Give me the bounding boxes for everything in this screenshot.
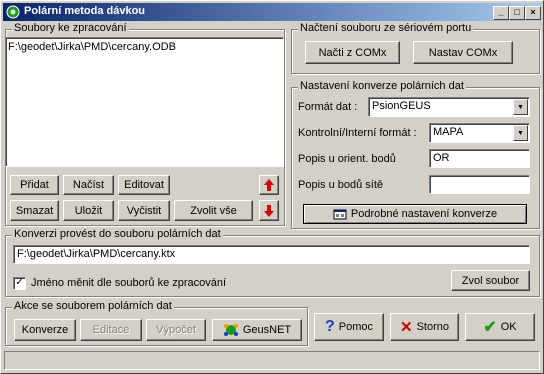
files-list[interactable]: F:\geodet\Jirka\PMD\cercany.ODB — [5, 37, 284, 167]
delete-button[interactable]: Smazat — [10, 200, 59, 221]
convert-button[interactable]: Konverze — [14, 319, 76, 341]
add-button[interactable]: Přidat — [10, 175, 59, 195]
geusnet-button[interactable]: GeusNET — [212, 319, 302, 341]
format-select[interactable]: PsionGEUS ▼ — [368, 97, 530, 117]
chevron-down-icon[interactable]: ▼ — [513, 125, 528, 141]
orient-label: Popis u orient. bodů — [298, 153, 396, 165]
minimize-icon: _ — [498, 7, 504, 17]
save-button[interactable]: Uložit — [63, 200, 114, 221]
set-com-button[interactable]: Nastav COMx — [413, 41, 513, 64]
ok-button[interactable]: ✔ OK — [465, 313, 535, 341]
minimize-button[interactable]: _ — [493, 6, 509, 20]
network-input[interactable] — [429, 175, 530, 194]
actions-group-title: Akce se souborem polárních dat — [12, 300, 174, 312]
check-icon: ✓ — [15, 277, 24, 288]
compute-button: Výpočet — [146, 319, 206, 341]
output-file-input[interactable]: F:\geodet\Jirka\PMD\cercany.ktx — [13, 245, 530, 264]
files-group-title: Soubory ke zpracování — [12, 22, 129, 34]
chevron-down-icon[interactable]: ▼ — [513, 99, 528, 115]
status-bar — [4, 351, 540, 370]
main-window: Polární metoda dávkou _ □ × Soubory ke z… — [0, 0, 544, 374]
clear-button[interactable]: Vyčistit — [118, 200, 170, 221]
rename-checkbox[interactable]: ✓ — [13, 277, 26, 290]
orient-input[interactable]: OR — [429, 149, 530, 168]
rename-checkbox-label[interactable]: Jméno měnit dle souborů ke zpracování — [31, 277, 226, 289]
close-button[interactable]: × — [525, 6, 541, 20]
serial-group-title: Načtení souboru ze sériovém portu — [298, 22, 474, 34]
help-button[interactable]: ? Pomoc — [314, 313, 384, 341]
control-format-label: Kontrolní/Interní formát : — [298, 127, 417, 139]
select-all-button[interactable]: Zvolit vše — [174, 200, 253, 221]
detail-settings-button[interactable]: Podrobné nastavení konverze — [303, 204, 527, 224]
window-title: Polární metoda dávkou — [24, 5, 146, 17]
choose-file-button[interactable]: Zvol soubor — [451, 270, 530, 291]
read-com-button[interactable]: Načti z COMx — [305, 41, 400, 64]
cancel-icon: ✕ — [400, 319, 413, 336]
maximize-icon: □ — [514, 7, 520, 17]
output-group-title: Konverzi provést do souboru polárních da… — [12, 228, 223, 240]
control-format-select[interactable]: MAPA ▼ — [429, 123, 530, 143]
close-icon: × — [530, 7, 536, 17]
settings-icon — [333, 209, 347, 220]
app-icon — [6, 5, 20, 19]
cancel-button[interactable]: ✕ Storno — [390, 313, 459, 341]
help-icon: ? — [324, 318, 335, 335]
arrow-up-icon — [264, 179, 274, 191]
editor-button: Editace — [80, 319, 142, 341]
move-down-button[interactable] — [259, 200, 279, 221]
network-icon — [223, 324, 238, 336]
network-label: Popis u bodů sítě — [298, 179, 384, 191]
move-up-button[interactable] — [259, 175, 279, 195]
arrow-down-icon — [264, 204, 274, 217]
title-bar[interactable]: Polární metoda dávkou _ □ × — [3, 3, 541, 21]
maximize-button[interactable]: □ — [509, 6, 525, 20]
list-item[interactable]: F:\geodet\Jirka\PMD\cercany.ODB — [8, 41, 281, 53]
load-button[interactable]: Načíst — [63, 175, 114, 195]
format-label: Formát dat : — [298, 101, 358, 113]
edit-button[interactable]: Editovat — [118, 175, 170, 195]
conversion-group-title: Nastavení konverze polárních dat — [298, 80, 466, 92]
check-icon: ✔ — [483, 319, 497, 336]
